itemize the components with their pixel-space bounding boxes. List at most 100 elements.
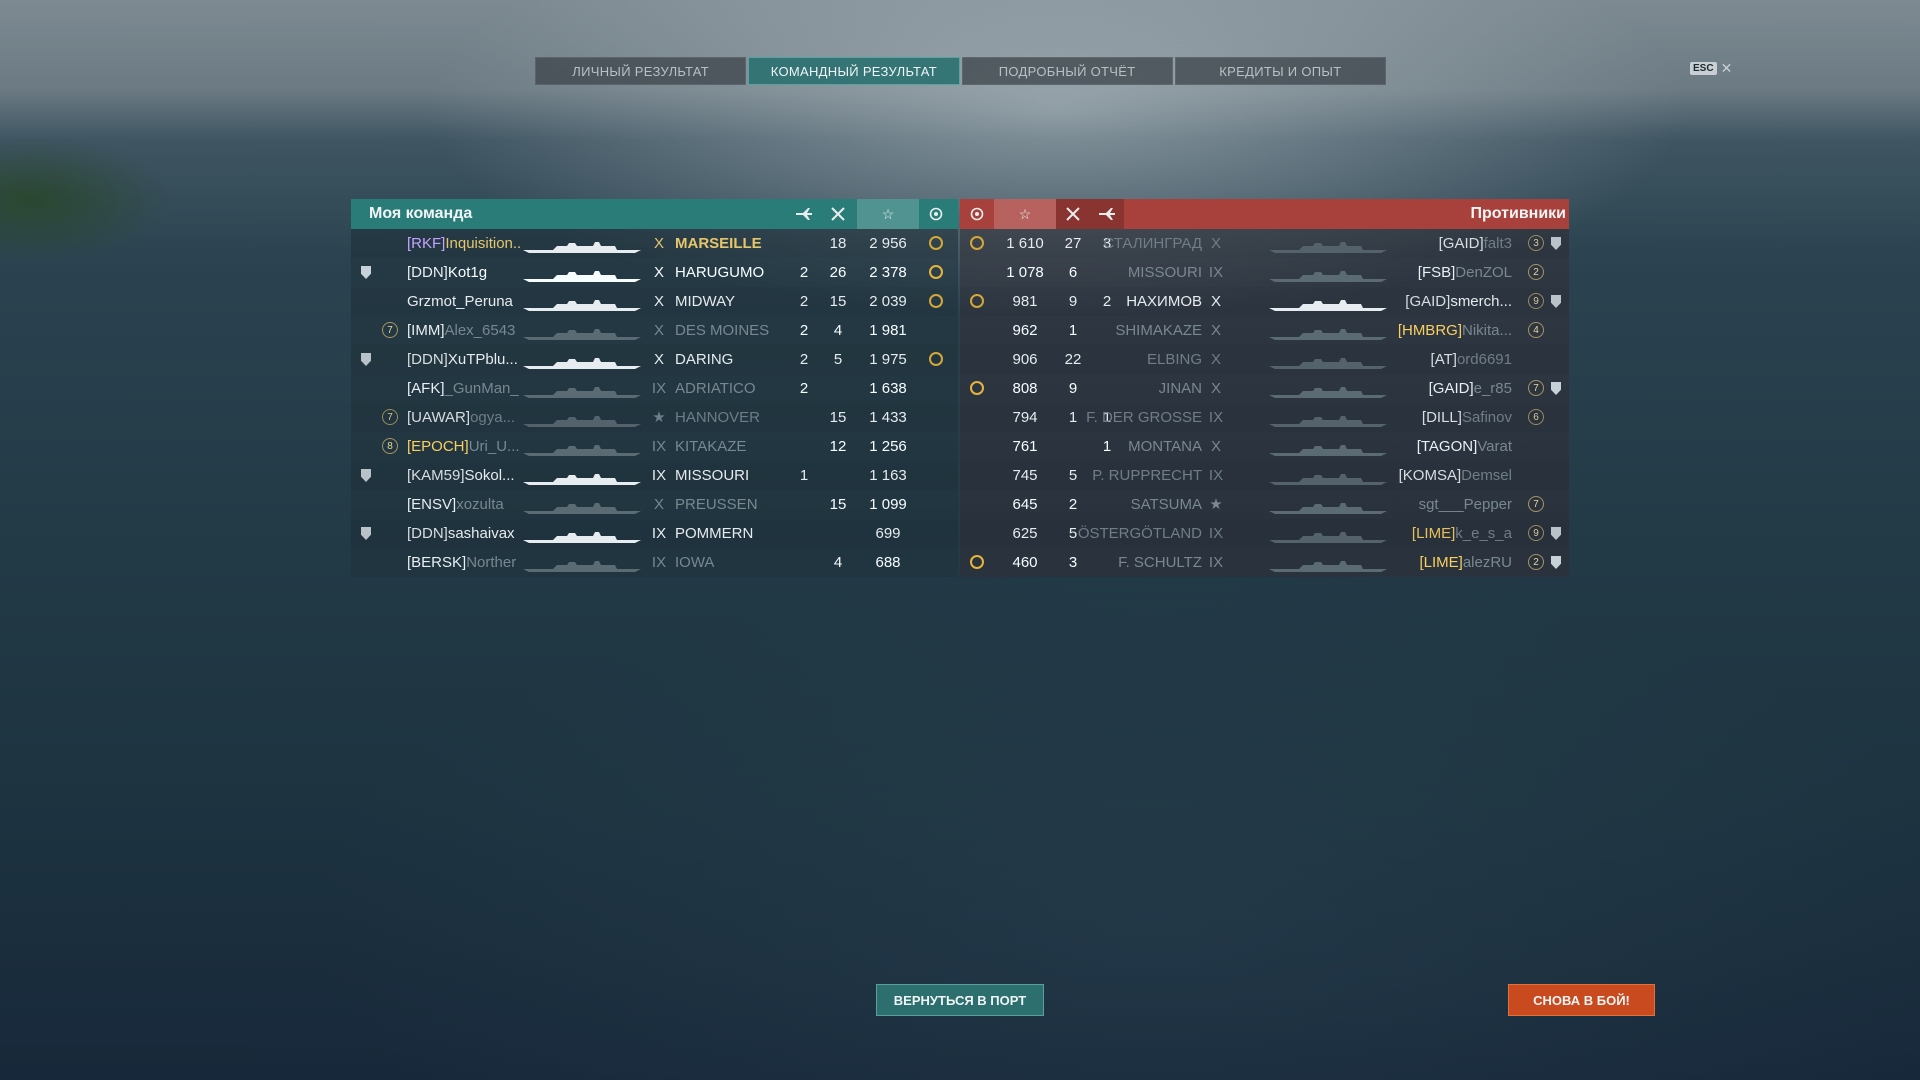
my-team-table: Моя команда ☆ [RKF]Inquisition... X MARSEI… (351, 199, 958, 579)
medal-icon (929, 352, 943, 366)
player-name[interactable]: [DDN]XuTPblu... (407, 345, 522, 374)
esc-key-label: ESC (1690, 62, 1717, 75)
base-xp: 1 099 (869, 496, 907, 513)
player-clan-tag: [LIME] (1419, 554, 1463, 571)
ships-destroyed: 2 (1068, 496, 1078, 513)
crossed-swords-icon (821, 199, 855, 229)
battle-again-button[interactable]: СНОВА В БОЙ! (1508, 984, 1655, 1016)
player-clan-tag: [GAID] (1405, 293, 1451, 310)
table-row[interactable]: Grzmot_Peruna X MIDWAY 2 15 2 039 (351, 287, 958, 316)
ship-silhouette-icon (1269, 472, 1387, 485)
ship-tier: IX (651, 438, 667, 455)
clan-shield-icon (1551, 382, 1561, 395)
table-row[interactable]: 962 1 SHIMAKAZE X [HMBRG]Nikita... 4 (960, 316, 1569, 345)
player-name[interactable]: [LIME]alezRU (1376, 548, 1512, 577)
ships-destroyed: 4 (833, 322, 843, 339)
player-nickname: Inquisition... (445, 235, 522, 252)
rank-badge-icon: 3 (1528, 235, 1544, 251)
enemy-team-header: ☆ Противники (960, 199, 1569, 229)
base-xp: 761 (1012, 438, 1038, 455)
table-row[interactable]: [KAM59]Sokol... IX MISSOURI 1 1 163 (351, 461, 958, 490)
table-row[interactable]: [DDN]sashaivax IX POMMERN 699 (351, 519, 958, 548)
player-name[interactable]: [FSB]DenZOL (1376, 258, 1512, 287)
rank-badge-icon: 9 (1528, 293, 1544, 309)
player-name[interactable]: sgt___Pepper (1376, 490, 1512, 519)
player-name[interactable]: [LIME]k_e_s_a (1376, 519, 1512, 548)
plane-icon (787, 199, 821, 229)
table-row[interactable]: [DDN]XuTPblu... X DARING 2 5 1 975 (351, 345, 958, 374)
ship-silhouette-icon (1269, 559, 1387, 572)
player-name[interactable]: [EPOCH]Uri_U... (407, 432, 522, 461)
table-row[interactable]: 981 9 2 НАХИМОВ X [GAID]smerch... 9 (960, 287, 1569, 316)
medal-icon (970, 381, 984, 395)
table-row[interactable]: 8 [EPOCH]Uri_U... IX KITAKAZE 12 1 256 (351, 432, 958, 461)
table-row[interactable]: [ENSV]xozulta X PREUSSEN 15 1 099 (351, 490, 958, 519)
tab-detailed-report[interactable]: ПОДРОБНЫЙ ОТЧЁТ (961, 57, 1173, 85)
table-row[interactable]: 761 1 MONTANA X [TAGON]Varat (960, 432, 1569, 461)
player-clan-tag: [AFK] (407, 380, 445, 397)
ship-tier: X (1210, 438, 1221, 455)
ships-destroyed: 5 (833, 351, 843, 368)
table-row[interactable]: 745 5 P. RUPPRECHT IX [KOMSA]Demsel (960, 461, 1569, 490)
table-row[interactable]: 808 9 JINAN X [GAID]e_r85 7 (960, 374, 1569, 403)
ships-destroyed: 15 (829, 409, 847, 426)
player-nickname: Varat (1477, 438, 1512, 455)
player-name[interactable]: [HMBRG]Nikita... (1376, 316, 1512, 345)
ship-name: HANNOVER (675, 409, 761, 426)
player-name[interactable]: [RKF]Inquisition... (407, 229, 522, 258)
table-row[interactable]: [AFK]_GunMan_ IX ADRIATICO 2 1 638 (351, 374, 958, 403)
player-name[interactable]: [KAM59]Sokol... (407, 461, 522, 490)
ship-tier: X (1210, 380, 1221, 397)
player-name[interactable]: [GAID]smerch... (1376, 287, 1512, 316)
planes-destroyed (1090, 374, 1124, 403)
table-row[interactable]: 906 22 ELBING X [AT]ord6691 (960, 345, 1569, 374)
rank-badge-icon: 2 (1528, 554, 1544, 570)
player-nickname: e_r85 (1473, 380, 1512, 397)
table-row[interactable]: 7 [IMM]Alex_6543 X DES MOINES 2 4 1 981 (351, 316, 958, 345)
player-name[interactable]: [TAGON]Varat (1376, 432, 1512, 461)
player-nickname: Kot1g (447, 264, 488, 281)
player-name[interactable]: [UAWAR]ogya... (407, 403, 522, 432)
return-to-port-button[interactable]: ВЕРНУТЬСЯ В ПОРТ (876, 984, 1044, 1016)
player-clan-tag: [DDN] (407, 525, 448, 542)
player-name[interactable]: [KOMSA]Demsel (1376, 461, 1512, 490)
player-name[interactable]: [AFK]_GunMan_ (407, 374, 522, 403)
player-name[interactable]: [DDN]Kot1g (407, 258, 522, 287)
player-name[interactable]: [IMM]Alex_6543 (407, 316, 522, 345)
tab-credits-xp[interactable]: КРЕДИТЫ И ОПЫТ (1174, 57, 1386, 85)
player-name[interactable]: [GAID]falt3 (1376, 229, 1512, 258)
ship-tier: IX (1208, 264, 1224, 281)
table-row[interactable]: 1 078 6 MISSOURI IX [FSB]DenZOL 2 (960, 258, 1569, 287)
ship-tier: IX (651, 467, 667, 484)
ship-tier: IX (1208, 554, 1224, 571)
table-row[interactable]: 1 610 27 3 СТАЛИНГРАД X [GAID]falt3 3 (960, 229, 1569, 258)
table-row[interactable]: 460 3 F. SCHULTZ IX [LIME]alezRU 2 (960, 548, 1569, 577)
player-name[interactable]: [DILL]Safinov (1376, 403, 1512, 432)
medal-icon (929, 265, 943, 279)
table-row[interactable]: 7 [UAWAR]ogya... ★ HANNOVER 15 1 433 (351, 403, 958, 432)
player-clan-tag: [KAM59] (407, 467, 465, 484)
table-row[interactable]: [RKF]Inquisition... X MARSEILLE 18 2 956 (351, 229, 958, 258)
tab-team-result[interactable]: КОМАНДНЫЙ РЕЗУЛЬТАТ (748, 57, 960, 85)
table-row[interactable]: 645 2 SATSUMA ★ sgt___Pepper 7 (960, 490, 1569, 519)
player-name[interactable]: [DDN]sashaivax (407, 519, 522, 548)
ship-tier: X (1210, 293, 1221, 310)
player-name[interactable]: [AT]ord6691 (1376, 345, 1512, 374)
tab-personal-result[interactable]: ЛИЧНЫЙ РЕЗУЛЬТАТ (535, 57, 747, 85)
player-name[interactable]: [ENSV]xozulta (407, 490, 522, 519)
close-button[interactable]: ESC ✕ (1690, 60, 1732, 77)
ship-silhouette-icon (523, 327, 641, 340)
table-row[interactable]: 794 1 1 F. DER GROSSE IX [DILL]Safinov 6 (960, 403, 1569, 432)
planes-destroyed (787, 403, 821, 432)
base-xp: 1 163 (869, 467, 907, 484)
player-name[interactable]: [GAID]e_r85 (1376, 374, 1512, 403)
table-row[interactable]: [BERSK]Norther IX IOWA 4 688 (351, 548, 958, 577)
player-name[interactable]: [BERSK]Norther (407, 548, 522, 577)
ship-tier: X (1210, 235, 1221, 252)
table-row[interactable]: 625 5 ÖSTERGÖTLAND IX [LIME]k_e_s_a 9 (960, 519, 1569, 548)
table-row[interactable]: [DDN]Kot1g X HARUGUMO 2 26 2 378 (351, 258, 958, 287)
ships-destroyed: 9 (1068, 293, 1078, 310)
clan-shield-icon (361, 266, 371, 279)
player-name[interactable]: Grzmot_Peruna (407, 287, 522, 316)
rank-badge-icon: 7 (1528, 380, 1544, 396)
